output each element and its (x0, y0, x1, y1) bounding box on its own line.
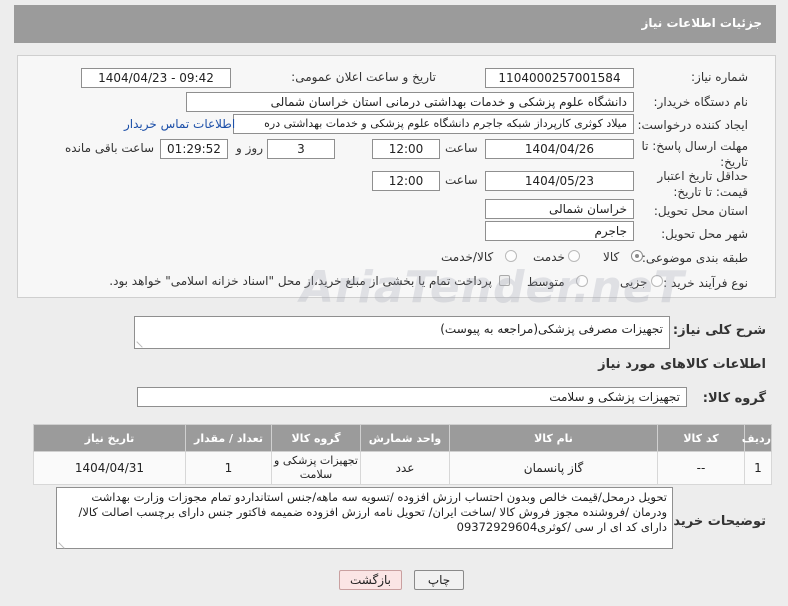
process-medium-radio[interactable] (576, 275, 588, 287)
process-minor-label: جزیی (620, 275, 648, 289)
goods-table: ردیف کد کالا نام کالا واحد شمارش گروه کا… (33, 424, 772, 485)
remaining-time-label: ساعت باقی مانده (65, 141, 155, 155)
cell-quantity: 1 (185, 451, 272, 485)
announce-datetime-field[interactable]: 1404/04/23 - 09:42 (81, 68, 231, 88)
reply-deadline-label: مهلت ارسال پاسخ: تا تاریخ: (641, 139, 748, 169)
goods-table-header: ردیف کد کالا نام کالا واحد شمارش گروه کا… (33, 424, 772, 452)
buyer-org-label: نام دستگاه خریدار: (653, 95, 749, 109)
buyer-notes-field[interactable]: تحویل درمحل/قیمت خالص وبدون احتساب ارزش … (56, 487, 673, 549)
category-goods-radio[interactable] (631, 250, 643, 262)
category-goods-service-label: کالا/خدمت (441, 250, 494, 264)
category-goods-label: کالا (603, 250, 620, 264)
category-goods-service-radio[interactable] (505, 250, 517, 262)
col-row-number: ردیف (742, 424, 772, 452)
buyer-contact-link[interactable]: اطلاعات تماس خریدار (124, 117, 235, 131)
col-need-date: تاریخ نیاز (33, 424, 186, 452)
description-field[interactable]: تجهیزات مصرفی پزشکی(مراجعه به پیوست) (134, 316, 670, 349)
price-validity-date-field[interactable]: 1404/05/23 (485, 171, 634, 191)
requester-field[interactable]: میلاد کوثری کارپرداز شبکه جاجرم دانشگاه … (233, 114, 634, 134)
delivery-city-field[interactable]: جاجرم (485, 221, 634, 241)
requester-label: ایجاد کننده درخواست: (637, 118, 748, 132)
col-goods-group: گروه کالا (271, 424, 361, 452)
price-validity-time-label: ساعت (445, 173, 478, 187)
days-label: روز و (236, 141, 263, 155)
cell-goods-name: گاز پانسمان (449, 451, 658, 485)
buyer-notes-text: تحویل درمحل/قیمت خالص وبدون احتساب ارزش … (78, 490, 667, 534)
cell-need-date: 1404/04/31 (33, 451, 186, 485)
back-button[interactable]: بازگشت (339, 570, 402, 590)
col-quantity: تعداد / مقدار (185, 424, 272, 452)
treasury-payment-checkbox[interactable] (499, 275, 510, 286)
cell-unit: عدد (360, 451, 450, 485)
table-row[interactable]: 1 -- گاز پانسمان عدد تجهیزات پزشکی و سلا… (33, 451, 772, 485)
category-service-label: خدمت (533, 250, 565, 264)
cell-goods-group: تجهیزات پزشکی و سلامت (271, 451, 361, 485)
announce-datetime-label: تاریخ و ساعت اعلان عمومی: (291, 70, 436, 84)
purchase-process-label: نوع فرآیند خرید : (663, 276, 748, 290)
col-unit: واحد شمارش (360, 424, 450, 452)
buyer-org-field[interactable]: دانشگاه علوم پزشکی و خدمات بهداشتی درمان… (186, 92, 634, 112)
process-medium-label: متوسط (527, 275, 565, 289)
price-validity-time-field[interactable]: 12:00 (372, 171, 440, 191)
remaining-days-field[interactable]: 3 (267, 139, 335, 159)
page-title: جزئیات اطلاعات نیاز (641, 16, 762, 30)
page-header: جزئیات اطلاعات نیاز (14, 5, 776, 43)
cell-row-number: 1 (744, 451, 772, 485)
description-text: تجهیزات مصرفی پزشکی(مراجعه به پیوست) (440, 322, 663, 336)
reply-deadline-time-label: ساعت (445, 141, 478, 155)
goods-group-label: گروه کالا: (702, 391, 766, 406)
treasury-payment-note: پرداخت تمام یا بخشی از مبلغ خرید،از محل … (109, 274, 492, 288)
need-number-field[interactable]: 1104000257001584 (485, 68, 634, 88)
goods-group-field[interactable]: تجهیزات پزشکی و سلامت (137, 387, 687, 407)
description-label: شرح کلی نیاز: (672, 323, 766, 338)
category-service-radio[interactable] (568, 250, 580, 262)
delivery-province-field[interactable]: خراسان شمالی (485, 199, 634, 219)
reply-deadline-time-field[interactable]: 12:00 (372, 139, 440, 159)
subject-category-label: طبقه بندی موضوعی: (641, 251, 748, 265)
reply-deadline-date-field[interactable]: 1404/04/26 (485, 139, 634, 159)
cell-goods-code: -- (657, 451, 745, 485)
price-validity-label: حداقل تاریخ اعتبار قیمت: تا تاریخ: (657, 169, 748, 199)
process-minor-radio[interactable] (651, 275, 663, 287)
need-number-label: شماره نیاز: (691, 70, 748, 84)
delivery-province-label: استان محل تحویل: (653, 204, 748, 218)
col-goods-code: کد کالا (657, 424, 745, 452)
goods-section-title: اطلاعات کالاهای مورد نیاز (598, 357, 766, 372)
delivery-city-label: شهر محل تحویل: (661, 227, 748, 241)
col-goods-name: نام کالا (449, 424, 658, 452)
print-button[interactable]: چاپ (414, 570, 464, 590)
remaining-time-field[interactable]: 01:29:52 (160, 139, 228, 159)
